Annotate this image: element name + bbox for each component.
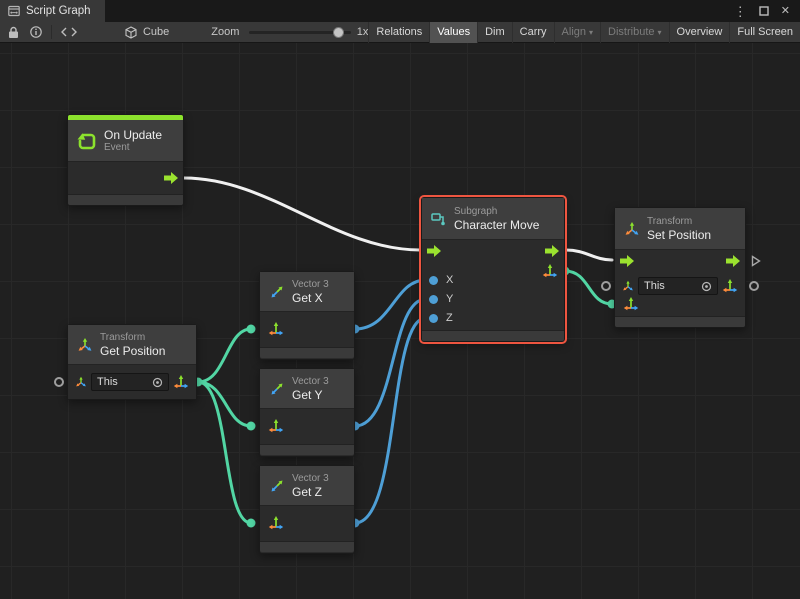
node-type-label: Transform [100, 332, 165, 344]
control-input-port[interactable] [427, 245, 441, 257]
subgraph-icon [431, 211, 447, 227]
carry-button[interactable]: Carry [512, 22, 554, 43]
node-footer [260, 541, 354, 552]
node-footer [68, 194, 183, 205]
input-port-y[interactable] [429, 295, 438, 304]
node-type-label: Vector 3 [292, 279, 329, 291]
on-update-icon [77, 131, 97, 151]
port-row-y: Y [429, 295, 453, 304]
toolbar-separator [51, 25, 52, 39]
position-output-icon [173, 374, 189, 390]
toolbar-buttons: Relations Values Dim Carry Align▾ Distri… [368, 22, 800, 43]
unconnected-control-port[interactable] [751, 254, 761, 272]
zoom-slider[interactable] [249, 31, 350, 34]
node-title: Get Y [292, 388, 329, 402]
unconnected-output-port[interactable] [749, 281, 759, 291]
node-title: Get Position [100, 344, 165, 358]
target-object-field[interactable]: This [91, 373, 169, 391]
control-output-port[interactable] [164, 172, 178, 184]
node-type-label: Vector 3 [292, 473, 329, 485]
node-on-update[interactable]: On Update Event [67, 114, 184, 206]
zoom-label: Zoom [211, 26, 239, 38]
port-row-x: X [429, 276, 453, 285]
control-output-port[interactable] [726, 255, 740, 267]
chevron-down-icon: ▾ [589, 28, 593, 37]
node-character-move[interactable]: Subgraph Character Move X Y Z [421, 197, 565, 342]
node-type-label: Subgraph [454, 206, 539, 218]
node-footer [422, 330, 564, 341]
node-footer [260, 444, 354, 455]
field-value: This [644, 280, 665, 292]
node-title: Get X [292, 291, 329, 305]
node-title: Character Move [454, 218, 539, 232]
relations-button[interactable]: Relations [368, 22, 429, 43]
transform-output-icon [722, 278, 738, 294]
code-preview-icon[interactable] [61, 27, 77, 37]
cube-icon [125, 26, 137, 39]
control-output-port[interactable] [545, 245, 559, 257]
maximize-icon[interactable] [759, 6, 769, 16]
node-set-position[interactable]: Transform Set Position This [614, 207, 746, 328]
dim-button[interactable]: Dim [477, 22, 512, 43]
node-get-x[interactable]: Vector 3 Get X [259, 271, 355, 360]
tab-bar: Script Graph ⋮ ✕ [0, 0, 800, 22]
vector3-icon [269, 381, 285, 397]
unconnected-input-port[interactable] [54, 377, 64, 387]
target-label: Cube [143, 26, 169, 38]
lock-icon[interactable] [8, 26, 19, 39]
object-picker-icon[interactable] [152, 377, 163, 388]
align-button[interactable]: Align▾ [554, 22, 600, 43]
port-row-z: Z [429, 314, 453, 323]
distribute-button[interactable]: Distribute▾ [600, 22, 668, 43]
input-port-x[interactable] [429, 276, 438, 285]
kebab-menu-icon[interactable]: ⋮ [734, 5, 747, 18]
unconnected-input-port[interactable] [601, 281, 611, 291]
transform-axis-icon [75, 376, 87, 388]
node-footer [260, 347, 354, 358]
chevron-down-icon: ▾ [658, 28, 662, 37]
node-footer [615, 316, 745, 327]
window-controls: ⋮ ✕ [734, 0, 800, 22]
vector3-icon [269, 478, 285, 494]
target-object-field[interactable]: This [638, 277, 718, 295]
zoom-slider-knob[interactable] [333, 27, 344, 38]
object-picker-icon[interactable] [701, 281, 712, 292]
port-label-y: Y [446, 295, 453, 304]
transform-icon [624, 221, 640, 237]
tab-script-graph[interactable]: Script Graph [0, 0, 105, 22]
close-icon[interactable]: ✕ [781, 6, 790, 17]
info-icon[interactable] [30, 26, 42, 38]
target-row: This [622, 276, 738, 296]
graph-toolbar: Cube Zoom 1x Relations Values Dim Carry … [0, 22, 800, 43]
node-title: On Update [104, 128, 162, 142]
position-input-icon[interactable] [623, 296, 639, 312]
port-label-z: Z [446, 314, 453, 323]
vector-input-icon [268, 515, 284, 531]
vector3-icon [269, 284, 285, 300]
node-type-label: Event [104, 142, 162, 154]
values-button[interactable]: Values [429, 22, 477, 43]
field-value: This [97, 376, 118, 388]
port-label-x: X [446, 276, 453, 285]
vector-input-icon [268, 418, 284, 434]
transform-icon [77, 337, 93, 353]
zoom-value: 1x [357, 26, 369, 38]
node-type-label: Vector 3 [292, 376, 329, 388]
transform-axis-icon [622, 280, 634, 292]
node-title: Get Z [292, 485, 329, 499]
full-screen-button[interactable]: Full Screen [729, 22, 800, 43]
script-graph-icon [8, 5, 20, 17]
input-port-z[interactable] [429, 314, 438, 323]
node-get-z[interactable]: Vector 3 Get Z [259, 465, 355, 554]
control-input-port[interactable] [620, 255, 634, 267]
script-graph-window: On Update Event Transform Get Position T… [0, 0, 800, 599]
node-get-y[interactable]: Vector 3 Get Y [259, 368, 355, 457]
tab-title: Script Graph [26, 5, 91, 17]
node-get-position[interactable]: Transform Get Position This [67, 324, 197, 400]
vector-input-icon [268, 321, 284, 337]
vector-output-icon[interactable] [542, 263, 558, 279]
node-type-label: Transform [647, 216, 711, 228]
overview-button[interactable]: Overview [669, 22, 730, 43]
node-title: Set Position [647, 228, 711, 242]
